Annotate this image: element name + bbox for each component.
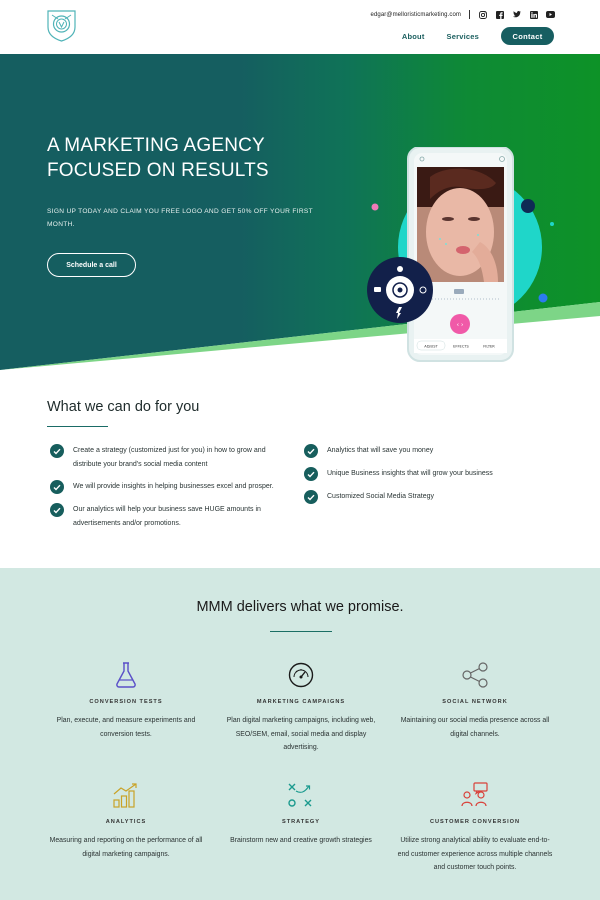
- hero-subtitle: SIGN UP TODAY AND CLAIM YOU FREE LOGO AN…: [47, 208, 313, 228]
- flask-icon: [46, 661, 206, 689]
- logo-icon: [47, 10, 76, 42]
- what-we-do-section: What we can do for you Create a strategy…: [0, 370, 600, 568]
- benefits-list-right: Analytics that will save you money Uniqu…: [304, 444, 524, 513]
- contact-button[interactable]: Contact: [501, 27, 554, 45]
- customer-icon: [395, 781, 555, 809]
- nav-about[interactable]: About: [402, 32, 425, 41]
- feature-desc: Maintaining our social media presence ac…: [400, 717, 550, 738]
- nav-services[interactable]: Services: [447, 32, 479, 41]
- list-item-text: We will provide insights in helping busi…: [73, 483, 274, 490]
- twitter-icon[interactable]: [512, 10, 521, 19]
- delivers-title: MMM delivers what we promise.: [196, 599, 404, 615]
- feature-desc: Measuring and reporting on the performan…: [49, 837, 203, 858]
- check-icon: [50, 444, 64, 458]
- logo[interactable]: [46, 9, 77, 42]
- list-item: Unique Business insights that will grow …: [304, 467, 524, 481]
- feature-desc: Brainstorm new and creative growth strat…: [230, 837, 372, 844]
- list-item: Analytics that will save you money: [304, 444, 524, 458]
- feature-title: CONVERSION TESTS: [89, 699, 163, 705]
- feature-desc: Utilize strong analytical ability to eva…: [397, 837, 553, 871]
- share-icon: [395, 661, 555, 689]
- list-item-text: Analytics that will save you money: [327, 447, 434, 454]
- check-icon: [304, 490, 318, 504]
- linkedin-icon[interactable]: [529, 10, 538, 19]
- list-item-text: Create a strategy (customized just for y…: [73, 447, 266, 468]
- hero-section: A MARKETING AGENCY FOCUSED ON RESULTS SI…: [0, 54, 600, 370]
- list-item: Our analytics will help your business sa…: [50, 503, 280, 530]
- top-bar: edgar@melloristicmarketing.com: [371, 9, 555, 20]
- feature-strategy: STRATEGY Brainstorm new and creative gro…: [221, 781, 381, 848]
- svg-text:‹ ›: ‹ ›: [457, 322, 464, 329]
- phone-tab-filter: FILTER: [483, 345, 495, 349]
- list-item: We will provide insights in helping busi…: [50, 480, 280, 494]
- check-icon: [304, 467, 318, 481]
- list-item-text: Customized Social Media Strategy: [327, 493, 434, 500]
- feature-marketing-campaigns: MARKETING CAMPAIGNS Plan digital marketi…: [221, 661, 381, 755]
- feature-analytics: ANALYTICS Measuring and reporting on the…: [46, 781, 206, 861]
- schedule-call-button[interactable]: Schedule a call: [47, 253, 136, 277]
- feature-title: ANALYTICS: [105, 819, 147, 825]
- feature-title: CUSTOMER CONVERSION: [429, 819, 521, 825]
- email-link[interactable]: edgar@melloristicmarketing.com: [371, 12, 461, 18]
- list-item: Create a strategy (customized just for y…: [50, 444, 280, 471]
- feature-social-network: SOCIAL NETWORK Maintaining our social me…: [395, 661, 555, 741]
- feature-title: MARKETING CAMPAIGNS: [256, 699, 346, 705]
- feature-title: SOCIAL NETWORK: [442, 699, 508, 705]
- check-icon: [50, 503, 64, 517]
- hero-title: A MARKETING AGENCY FOCUSED ON RESULTS: [47, 135, 269, 181]
- feature-conversion-tests: CONVERSION TESTS Plan, execute, and meas…: [46, 661, 206, 741]
- feature-desc: Plan digital marketing campaigns, includ…: [226, 717, 376, 751]
- delivers-section: MMM delivers what we promise. CONVERSION…: [0, 568, 600, 900]
- phone-illustration: ‹ › ADJUST EFFECTS FILTER: [367, 147, 554, 362]
- feature-customer-conversion: CUSTOMER CONVERSION Utilize strong analy…: [395, 781, 555, 875]
- facebook-icon[interactable]: [495, 10, 504, 19]
- what-title: What we can do for you: [47, 399, 200, 415]
- title-underline: [47, 426, 108, 427]
- youtube-icon[interactable]: [546, 10, 555, 19]
- list-item: Customized Social Media Strategy: [304, 490, 524, 504]
- benefits-list-left: Create a strategy (customized just for y…: [50, 444, 280, 539]
- title-underline: [270, 631, 332, 632]
- check-icon: [50, 480, 64, 494]
- check-icon: [304, 444, 318, 458]
- list-item-text: Unique Business insights that will grow …: [327, 470, 493, 477]
- main-nav: About Services Contact: [402, 27, 554, 45]
- feature-title: STRATEGY: [281, 819, 321, 825]
- gauge-icon: [221, 661, 381, 689]
- list-item-text: Our analytics will help your business sa…: [73, 506, 261, 527]
- phone-tab-adjust: ADJUST: [424, 345, 438, 349]
- divider: [469, 10, 470, 19]
- phone-tab-effects: EFFECTS: [453, 345, 469, 349]
- feature-desc: Plan, execute, and measure experiments a…: [56, 717, 196, 738]
- instagram-icon[interactable]: [478, 10, 487, 19]
- site-header: edgar@melloristicmarketing.com About Ser…: [0, 0, 600, 54]
- analytics-icon: [46, 781, 206, 809]
- strategy-icon: [221, 781, 381, 809]
